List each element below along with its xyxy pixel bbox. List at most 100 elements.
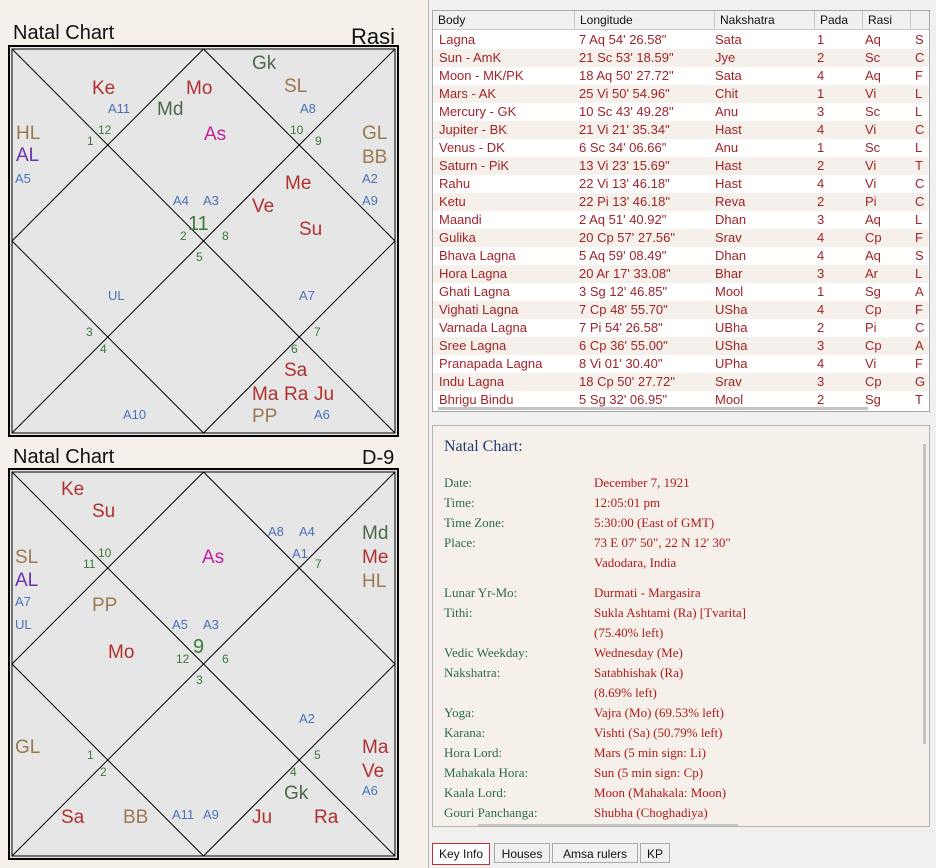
chart-label-a4: A4 xyxy=(299,524,315,539)
chart-label-n2: 2 xyxy=(180,229,187,243)
table-cell: 3 xyxy=(817,374,825,389)
chart-label-ke: Ke xyxy=(92,78,116,99)
chart-label-su: Su xyxy=(299,219,323,240)
scrollbar-thumb[interactable] xyxy=(438,407,868,410)
table-cell: S xyxy=(915,248,924,263)
table-row[interactable]: Lagna 7 Aq 54' 26.58" Sata 1 Aq S xyxy=(433,31,929,49)
column-header-body[interactable]: Body xyxy=(433,11,575,29)
tab-kp[interactable]: KP xyxy=(640,843,670,863)
table-row[interactable]: Moon - MK/PK 18 Aq 50' 27.72" Sata 4 Aq F xyxy=(433,67,929,85)
table-cell: 3 xyxy=(817,266,825,281)
table-cell: Aq xyxy=(865,212,881,227)
chart-label-gl: GL xyxy=(15,737,41,758)
column-header-nakshatra[interactable]: Nakshatra xyxy=(715,11,815,29)
chart-label-al: AL xyxy=(15,570,39,591)
table-cell: L xyxy=(915,266,923,281)
info-horizontal-scrollbar[interactable] xyxy=(478,824,738,826)
table-row[interactable]: Bhava Lagna 5 Aq 59' 08.49" Dhan 4 Aq S xyxy=(433,247,929,265)
info-key: Lunar Yr-Mo: xyxy=(444,585,518,600)
info-vertical-scrollbar[interactable] xyxy=(923,444,926,744)
table-row[interactable]: Ketu 22 Pi 13' 46.18" Reva 2 Pi C xyxy=(433,193,929,211)
tab-houses[interactable]: Houses xyxy=(494,843,550,863)
table-cell: Vi xyxy=(865,122,877,137)
table-row[interactable]: Varnada Lagna 7 Pi 54' 26.58" UBha 2 Pi C xyxy=(433,319,929,337)
table-row[interactable]: Saturn - PiK 13 Vi 23' 15.69" Hast 2 Vi T xyxy=(433,157,929,175)
chart-label-bb: BB xyxy=(123,807,149,828)
table-cell: Dhan xyxy=(715,248,747,263)
column-header-rasi[interactable]: Rasi xyxy=(863,11,911,29)
table-cell: 4 xyxy=(817,356,825,371)
table-row[interactable]: Vighati Lagna 7 Cp 48' 55.70" USha 4 Cp F xyxy=(433,301,929,319)
table-cell: 1 xyxy=(817,86,825,101)
table-cell: USha xyxy=(715,338,748,353)
column-header-extra[interactable] xyxy=(911,11,929,29)
table-cell: Vi xyxy=(865,356,877,371)
chart-label-gk: Gk xyxy=(252,53,277,74)
chart-label-a2: A2 xyxy=(362,171,378,186)
table-row[interactable]: Sun - AmK 21 Sc 53' 18.59" Jye 2 Sc C xyxy=(433,49,929,67)
chart-label-n7: 7 xyxy=(315,557,322,571)
table-cell: L xyxy=(915,140,923,155)
table-row[interactable]: Jupiter - BK 21 Vi 21' 35.34" Hast 4 Vi C xyxy=(433,121,929,139)
info-key: Vedic Weekday: xyxy=(444,645,529,660)
table-row[interactable]: Ghati Lagna 3 Sg 12' 46.85" Mool 1 Sg A xyxy=(433,283,929,301)
chart-label-sl: SL xyxy=(15,547,39,568)
table-cell: Cp xyxy=(865,230,882,245)
chart-label-n10: 10 xyxy=(290,123,304,137)
table-row[interactable]: Indu Lagna 18 Cp 50' 27.72" Srav 3 Cp G xyxy=(433,373,929,391)
chart-label-n4: 4 xyxy=(100,342,107,356)
table-row[interactable]: Mercury - GK 10 Sc 43' 49.28" Anu 3 Sc L xyxy=(433,103,929,121)
chart-label-n8: 8 xyxy=(222,229,229,243)
table-row[interactable]: Hora Lagna 20 Ar 17' 33.08" Bhar 3 Ar L xyxy=(433,265,929,283)
table-row[interactable]: Maandi 2 Aq 51' 40.92" Dhan 3 Aq L xyxy=(433,211,929,229)
chart-label-n2: 2 xyxy=(100,765,107,779)
table-cell: Vi xyxy=(865,158,877,173)
table-cell: L xyxy=(915,212,923,227)
table-cell: 3 xyxy=(817,104,825,119)
table-row[interactable]: Sree Lagna 6 Cp 36' 55.00" USha 3 Cp A xyxy=(433,337,929,355)
chart-label-md: Md xyxy=(362,523,389,544)
table-row[interactable]: Venus - DK 6 Sc 34' 06.66" Anu 1 Sc L xyxy=(433,139,929,157)
info-key: Date: xyxy=(444,475,473,490)
navamsa-chart[interactable]: Ke Su As Md Me HL SL AL PP Mo GL Ma Ve Gk Sa BB Ju Ra A8 A4… xyxy=(8,468,399,860)
tab-key-info[interactable]: Key Info xyxy=(432,843,490,865)
table-cell: 22 Pi 13' 46.18" xyxy=(579,194,670,209)
table-cell: Ketu xyxy=(439,194,466,209)
table-cell: Venus - DK xyxy=(439,140,505,155)
chart-label-ma: Ma xyxy=(362,737,389,758)
table-cell: Aq xyxy=(865,248,881,263)
table-cell: Lagna xyxy=(439,32,476,47)
table-cell: Mercury - GK xyxy=(439,104,517,119)
table-row[interactable]: Gulika 20 Cp 57' 27.56" Srav 4 Cp F xyxy=(433,229,929,247)
table-row[interactable]: Mars - AK 25 Vi 50' 54.96" Chit 1 Vi L xyxy=(433,85,929,103)
chart-label-pp: PP xyxy=(252,406,278,427)
rasi-chart-title: Natal Chart xyxy=(13,22,115,44)
chart-label-a5: A5 xyxy=(172,617,188,632)
table-row[interactable]: Rahu 22 Vi 13' 46.18" Hast 4 Vi C xyxy=(433,175,929,193)
chart-label-a10: A10 xyxy=(123,407,147,422)
table-cell: 1 xyxy=(817,284,825,299)
table-cell: 10 Sc 43' 49.28" xyxy=(579,104,674,119)
table-cell: 21 Vi 21' 35.34" xyxy=(579,122,670,137)
table-cell: USha xyxy=(715,302,748,317)
table-cell: Pi xyxy=(865,320,877,335)
table-cell: 2 xyxy=(817,194,825,209)
chart-label-a5: A5 xyxy=(15,171,31,186)
table-cell: 2 xyxy=(817,50,825,65)
info-key: Time: xyxy=(444,495,475,510)
column-header-longitude[interactable]: Longitude xyxy=(575,11,715,29)
positions-table[interactable]: Body Longitude Nakshatra Pada Rasi Lagna 7 Aq… xyxy=(432,10,930,412)
chart-label-n3: 3 xyxy=(86,325,93,339)
info-key: Karana: xyxy=(444,725,486,740)
table-cell: 21 Sc 53' 18.59" xyxy=(579,50,674,65)
chart-label-a1: A1 xyxy=(292,546,308,561)
tab-amsa-rulers[interactable]: Amsa rulers xyxy=(552,843,638,863)
table-horizontal-scrollbar[interactable] xyxy=(438,407,929,411)
key-info-panel: Natal Chart: Date: December 7, 1921 Time: 1… xyxy=(432,425,930,827)
table-cell: 1 xyxy=(817,32,825,47)
table-cell: A xyxy=(915,338,924,353)
column-header-pada[interactable]: Pada xyxy=(815,11,863,29)
chart-label-n11: 11 xyxy=(188,213,209,235)
rasi-chart[interactable]: Ke Mo Gk SL Md As HL AL GL BB Me Ve Su Sa Ma Ra Ju PP A11 A… xyxy=(8,45,399,437)
table-row[interactable]: Pranapada Lagna 8 Vi 01' 30.40" UPha 4 Vi F xyxy=(433,355,929,373)
